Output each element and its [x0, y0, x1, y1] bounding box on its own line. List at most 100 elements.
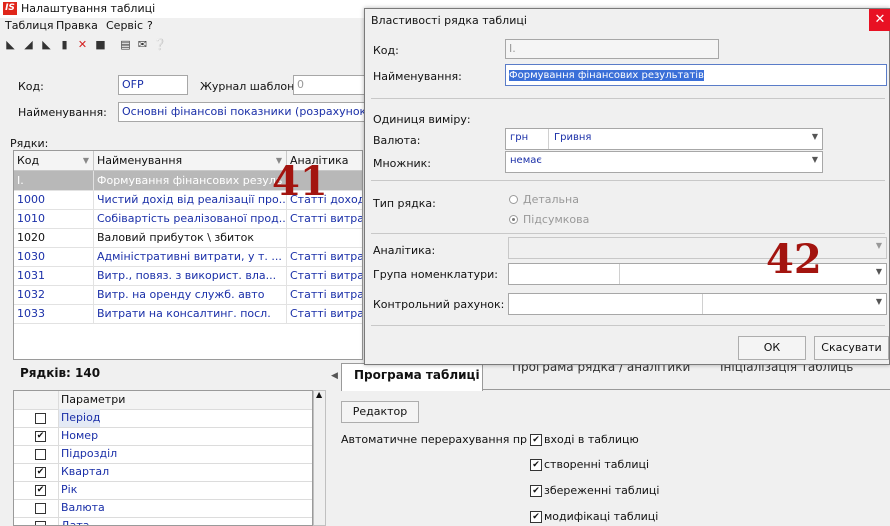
list-item-label: Номер: [58, 427, 98, 445]
open-icon[interactable]: ◢: [22, 38, 35, 51]
currency-select[interactable]: грн Гривня ▼: [505, 128, 823, 150]
row-name: Адміністративні витрати, у т. ...: [94, 247, 287, 266]
square-icon[interactable]: ■: [94, 38, 107, 51]
checkbox[interactable]: ✔: [530, 485, 542, 497]
menu-help[interactable]: ?: [147, 19, 153, 32]
list-item[interactable]: Підрозділ: [14, 445, 312, 464]
checkbox[interactable]: [35, 521, 46, 525]
tab-table-program[interactable]: Програма таблиці: [341, 363, 483, 391]
params-header: Параметри: [14, 391, 312, 410]
dialog-code-field[interactable]: I.: [505, 39, 719, 59]
chevron-down-icon[interactable]: ▼: [812, 132, 818, 141]
table-row[interactable]: 1020 Валовий прибуток \ збиток: [14, 228, 362, 248]
list-item[interactable]: Валюта: [14, 499, 312, 518]
account-select[interactable]: ▼: [508, 293, 887, 315]
analytics-select[interactable]: ▼: [508, 237, 887, 259]
chevron-down-icon[interactable]: ▼: [812, 155, 818, 164]
doc-icon[interactable]: ▮: [58, 38, 71, 51]
column-header-code-label: Код: [17, 154, 40, 167]
check-label: створенні таблиці: [544, 458, 650, 471]
nomenclature-label: Група номенклатури:: [373, 268, 498, 281]
journal-field[interactable]: 0: [293, 75, 365, 95]
row-name: Валовий прибуток \ збиток: [94, 228, 287, 247]
dialog-name-field[interactable]: Формування фінансових результатів: [505, 64, 887, 86]
radio-detailed-label: Детальна: [523, 193, 579, 206]
row-name: Собівартість реалізованої прод...: [94, 209, 287, 228]
menu-service[interactable]: Сервіс: [106, 19, 143, 32]
list-item[interactable]: Період: [14, 409, 312, 428]
params-scrollbar[interactable]: ▲: [313, 390, 326, 526]
page-icon[interactable]: ▤: [119, 38, 132, 51]
checkbox[interactable]: [35, 413, 46, 424]
multiplier-label: Множник:: [373, 157, 432, 170]
radio-detailed[interactable]: [509, 195, 518, 204]
checkbox[interactable]: ✔: [35, 467, 46, 478]
row-name: Витр. на оренду служб. авто: [94, 285, 287, 304]
list-item[interactable]: Дата: [14, 517, 312, 525]
currency-code: грн: [510, 132, 529, 143]
copy-icon[interactable]: ◣: [40, 38, 53, 51]
list-item[interactable]: ✔ Номер: [14, 427, 312, 446]
checkbox[interactable]: ✔: [35, 431, 46, 442]
mail-icon[interactable]: ✉: [136, 38, 149, 51]
analytics-label: Аналітика:: [373, 244, 436, 257]
chevron-down-icon[interactable]: ▼: [876, 267, 882, 276]
close-icon[interactable]: ✕: [869, 9, 890, 31]
checkbox[interactable]: ✔: [35, 485, 46, 496]
unit-label: Одиниця виміру:: [373, 113, 471, 126]
dialog-code-label: Код:: [373, 44, 399, 57]
table-row[interactable]: 1032 Витр. на оренду служб. авто Статті …: [14, 285, 362, 305]
column-header-name[interactable]: Найменування ▼: [94, 151, 287, 171]
row-code: 1020: [14, 228, 94, 247]
new-icon[interactable]: ◣: [4, 38, 17, 51]
rows-label: Рядки:: [10, 137, 49, 150]
list-item-label: Валюта: [58, 499, 105, 517]
list-item[interactable]: ✔ Рік: [14, 481, 312, 500]
tab-row-program[interactable]: Програма рядка / аналітики: [512, 365, 690, 375]
row-name: Чистий дохід від реалізації про...: [94, 190, 287, 209]
code-field[interactable]: OFP: [118, 75, 188, 95]
multiplier-value: немає: [510, 155, 542, 166]
nomenclature-select[interactable]: ▼: [508, 263, 887, 285]
multiplier-select[interactable]: немає ▼: [505, 151, 823, 173]
chevron-down-icon[interactable]: ▼: [876, 241, 882, 250]
list-item[interactable]: ✔ Квартал: [14, 463, 312, 482]
checkbox[interactable]: [35, 503, 46, 514]
checkbox[interactable]: ✔: [530, 459, 542, 471]
ok-button[interactable]: ОК: [738, 336, 806, 360]
row-analytics: Статті витра: [287, 247, 362, 266]
row-name: Витр., повяз. з використ. вла...: [94, 266, 287, 285]
radio-summary[interactable]: [509, 215, 518, 224]
name-field[interactable]: Основні фінансові показники (розрахунок: [118, 102, 366, 122]
chevron-down-icon[interactable]: ▼: [876, 297, 882, 306]
column-header-code[interactable]: Код ▼: [14, 151, 94, 171]
tab-init[interactable]: Ініціалізація таблиць: [720, 365, 853, 375]
menu-table[interactable]: Таблиця: [5, 19, 54, 32]
tab-row-program-label: Програма рядка / аналітики: [512, 365, 691, 374]
checkbox[interactable]: ✔: [530, 434, 542, 446]
delete-icon[interactable]: ✕: [76, 38, 89, 51]
menu-edit[interactable]: Правка: [56, 19, 98, 32]
dialog-name-value: Формування фінансових результатів: [509, 70, 704, 81]
row-code: 1033: [14, 304, 94, 323]
table-row[interactable]: 1031 Витр., повяз. з використ. вла... Ст…: [14, 266, 362, 286]
row-name: Витрати на консалтинг. посл.: [94, 304, 287, 323]
table-row[interactable]: 1033 Витрати на консалтинг. посл. Статті…: [14, 304, 362, 324]
scroll-up-icon[interactable]: ▲: [316, 390, 322, 399]
row-code: 1031: [14, 266, 94, 285]
dialog-title-bar: Властивості рядка таблиці ✕: [365, 9, 890, 33]
window-title: Налаштування таблиці: [21, 2, 156, 15]
list-item-label: Квартал: [58, 463, 109, 481]
row-properties-dialog: Властивості рядка таблиці ✕ Код: I. Найм…: [364, 8, 890, 365]
checkbox[interactable]: ✔: [530, 511, 542, 523]
table-row[interactable]: 1030 Адміністративні витрати, у т. ... С…: [14, 247, 362, 267]
help-icon[interactable]: ❔: [153, 38, 167, 51]
check-label: вході в таблицю: [544, 433, 639, 446]
checkbox[interactable]: [35, 449, 46, 460]
editor-button[interactable]: Редактор: [341, 401, 419, 423]
list-item-label: Дата: [58, 517, 89, 525]
rows-count: Рядків: 140: [20, 366, 101, 380]
table-row[interactable]: 1010 Собівартість реалізованої прод... С…: [14, 209, 362, 229]
cancel-button[interactable]: Скасувати: [814, 336, 889, 360]
tab-scroll-left-icon[interactable]: ◀: [331, 371, 338, 381]
